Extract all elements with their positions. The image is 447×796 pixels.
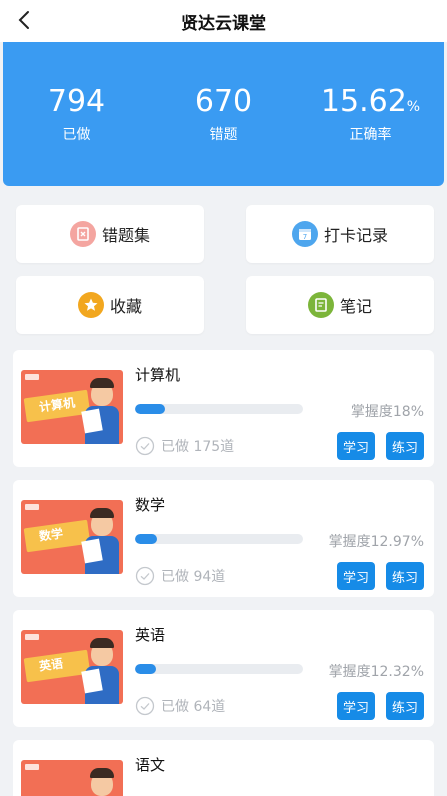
- check-circle-icon: [135, 696, 155, 716]
- note-icon: [307, 292, 334, 318]
- stat-accuracy-unit: %: [406, 99, 421, 115]
- course-name: 英语: [135, 626, 166, 644]
- done-count: 已做 64道: [135, 696, 225, 716]
- mastery-progress-bar: [135, 404, 303, 414]
- course-thumbnail: 英语: [21, 630, 123, 704]
- course-thumbnail: 计算机: [21, 370, 123, 444]
- done-count: 已做 175道: [135, 436, 234, 456]
- practice-button[interactable]: 练习: [386, 692, 424, 720]
- mastery-progress-fill: [135, 534, 157, 544]
- stat-accuracy-label: 正确率: [349, 127, 392, 143]
- mastery-text: 掌握度18%: [350, 404, 424, 420]
- wrong-questions-icon: [69, 221, 96, 247]
- quick-wrong-questions-label: 错题集: [101, 226, 150, 245]
- quick-notes[interactable]: 笔记: [246, 276, 434, 334]
- course-name: 数学: [135, 496, 166, 514]
- study-button[interactable]: 学习: [337, 432, 375, 460]
- stat-accuracy: 15.62% 正确率: [301, 84, 441, 144]
- study-button[interactable]: 学习: [337, 692, 375, 720]
- course-thumbnail: [21, 760, 123, 796]
- thumbnail-title: 英语: [38, 656, 64, 674]
- course-thumbnail: 数学: [21, 500, 123, 574]
- stat-done: 794 已做: [7, 84, 147, 144]
- stat-wrong: 670 错题: [154, 84, 294, 144]
- mastery-progress-bar: [135, 534, 303, 544]
- stat-accuracy-value: 15.62: [320, 84, 407, 119]
- study-button[interactable]: 学习: [337, 562, 375, 590]
- quick-checkin-record-label: 打卡记录: [323, 226, 388, 245]
- star-icon: [77, 292, 104, 318]
- course-card[interactable]: 计算机 计算机 掌握度18% 已做 175道 学习 练习: [13, 350, 434, 467]
- stat-wrong-value: 670: [194, 84, 253, 119]
- quick-favorites[interactable]: 收藏: [16, 276, 204, 334]
- chevron-left-icon: [18, 11, 29, 29]
- quick-notes-label: 笔记: [339, 297, 372, 316]
- thumbnail-title: 数学: [38, 526, 64, 544]
- top-nav: 贤达云课堂: [0, 0, 447, 42]
- check-circle-icon: [135, 566, 155, 586]
- stats-panel: 794 已做 670 错题 15.62% 正确率: [3, 42, 444, 186]
- course-name: 语文: [135, 756, 166, 774]
- done-count-text: 已做 175道: [161, 439, 235, 455]
- quick-checkin-record[interactable]: 7 打卡记录: [246, 205, 434, 263]
- back-button[interactable]: [10, 6, 38, 34]
- quick-favorites-label: 收藏: [109, 297, 142, 316]
- page-title: 贤达云课堂: [181, 13, 266, 34]
- mastery-progress-fill: [135, 404, 166, 414]
- course-card[interactable]: 语文: [13, 740, 434, 796]
- stat-done-label: 已做: [62, 127, 91, 143]
- course-card[interactable]: 数学 数学 掌握度12.97% 已做 94道 学习 练习: [13, 480, 434, 597]
- course-card[interactable]: 英语 英语 掌握度12.32% 已做 64道 学习 练习: [13, 610, 434, 727]
- done-count-text: 已做 94道: [161, 569, 226, 585]
- check-circle-icon: [135, 436, 155, 456]
- mastery-progress-fill: [135, 664, 156, 674]
- course-name: 计算机: [135, 366, 181, 384]
- stat-wrong-label: 错题: [209, 127, 238, 143]
- practice-button[interactable]: 练习: [386, 432, 424, 460]
- mastery-text: 掌握度12.97%: [328, 534, 424, 550]
- svg-text:7: 7: [303, 233, 307, 241]
- mastery-text: 掌握度12.32%: [328, 664, 424, 680]
- done-count: 已做 94道: [135, 566, 225, 586]
- stat-done-value: 794: [47, 84, 106, 119]
- calendar-checkin-icon: 7: [291, 221, 318, 247]
- practice-button[interactable]: 练习: [386, 562, 424, 590]
- quick-wrong-questions[interactable]: 错题集: [16, 205, 204, 263]
- done-count-text: 已做 64道: [161, 699, 226, 715]
- mastery-progress-bar: [135, 664, 303, 674]
